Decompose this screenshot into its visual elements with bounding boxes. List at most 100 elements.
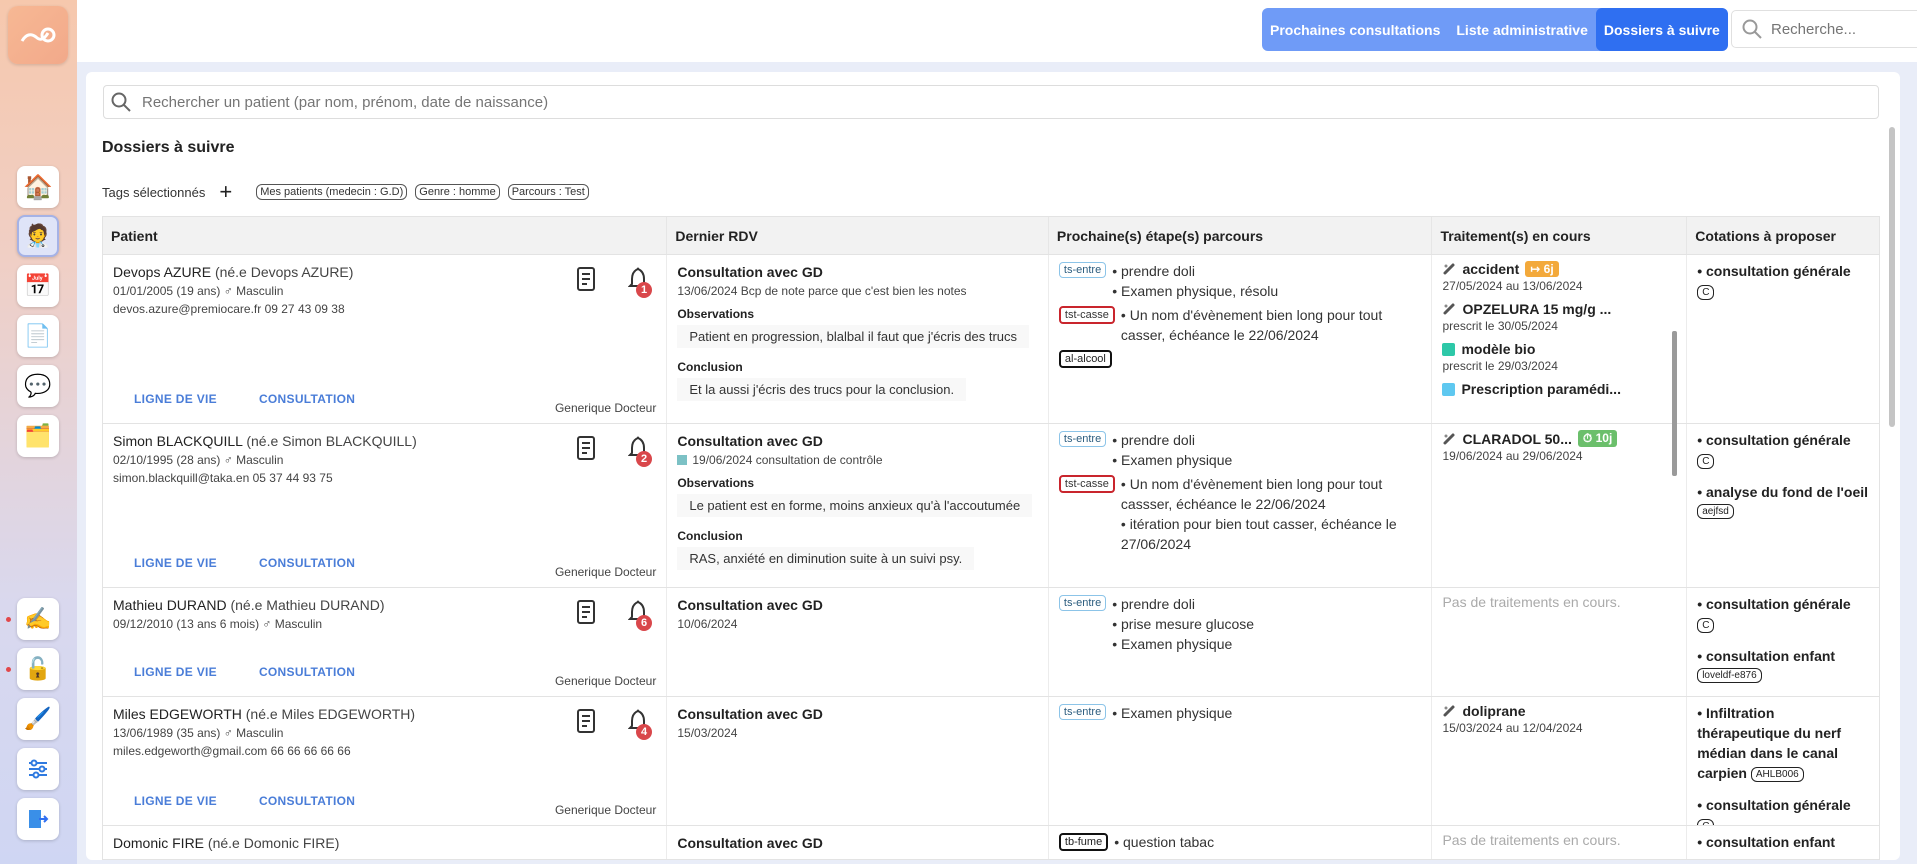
notification-dot [6, 617, 11, 622]
patient-name[interactable]: Devops AZURE (né.e Devops AZURE) [113, 264, 656, 280]
cotation-item[interactable]: • consultation générale C [1697, 261, 1869, 301]
treatment-name[interactable]: OPZELURA 15 mg/g ... [1442, 301, 1676, 317]
nav-folders[interactable]: 🗂️ [17, 415, 59, 457]
parcours-tag[interactable]: ts-entre [1058, 595, 1107, 611]
patient-cell: Miles EDGEWORTH (né.e Miles EDGEWORTH) 13… [103, 697, 668, 825]
treatment-name[interactable]: accident ↦ 6j [1442, 261, 1676, 277]
tag-chip[interactable]: Parcours : Test [507, 184, 589, 200]
nav-calendar[interactable]: 📅 [17, 265, 59, 307]
tag-chip[interactable]: Genre : homme [415, 184, 500, 200]
observations-label: Observations [677, 476, 755, 490]
nav-logout[interactable] [17, 798, 59, 840]
col-patient[interactable]: Patient [103, 217, 668, 254]
nav-messages[interactable]: 💬 [17, 365, 59, 407]
brush-icon: 🖌️ [24, 706, 52, 731]
parcours-tag[interactable]: ts-entre [1058, 704, 1107, 720]
rdv-title: Consultation avec GD [677, 264, 823, 280]
bell-icon[interactable]: 2 [627, 436, 652, 467]
summary-doc-icon[interactable] [576, 709, 596, 736]
treatment-dates: prescrit le 29/03/2024 [1442, 359, 1558, 373]
sliders-icon [29, 759, 47, 779]
consultation-link[interactable]: CONSULTATION [259, 665, 355, 679]
cotation-item[interactable]: • consultation enfant [1697, 832, 1869, 852]
nav-lock[interactable]: 🔓 [17, 648, 59, 690]
step-item: • Un nom d'évènement bien long pour tout… [1120, 476, 1383, 512]
consultation-link[interactable]: CONSULTATION [259, 392, 355, 406]
patient-fullname[interactable]: Domonic FIRE [113, 835, 204, 851]
nav-home[interactable]: 🏠 [17, 166, 59, 208]
table-scrollbar[interactable] [1889, 127, 1895, 427]
patient-fullname[interactable]: Mathieu DURAND [113, 597, 227, 613]
treatment-name[interactable]: doliprane [1442, 703, 1676, 719]
treatment-name[interactable]: Prescription paramédi... [1442, 381, 1676, 397]
patient-birthname: (né.e Miles EDGEWORTH) [245, 706, 416, 722]
life-line-link[interactable]: LIGNE DE VIE [134, 665, 217, 679]
treatment-name[interactable]: CLARADOL 50... ⏱ 10j [1442, 430, 1676, 447]
bell-icon[interactable]: 4 [627, 709, 652, 740]
treatments-scrollbar[interactable] [1672, 331, 1677, 476]
life-line-link[interactable]: LIGNE DE VIE [134, 794, 217, 808]
parcours-tag[interactable]: tst-casse [1058, 475, 1115, 493]
bell-icon[interactable]: 1 [627, 267, 652, 298]
steps-cell: tb-fume • question tabac [1049, 826, 1433, 859]
life-line-link[interactable]: LIGNE DE VIE [134, 556, 217, 570]
treatment-name[interactable]: modèle bio [1442, 341, 1676, 357]
tag-chip[interactable]: Mes patients (medecin : G.D) [256, 184, 408, 200]
patient-fullname[interactable]: Devops AZURE [113, 264, 211, 280]
consultation-link[interactable]: CONSULTATION [259, 794, 355, 808]
nav-documents[interactable]: 📄 [17, 315, 59, 357]
col-cotations[interactable]: Cotations à proposer [1687, 217, 1879, 254]
global-search-input[interactable] [1771, 20, 1917, 38]
add-tag-button[interactable]: + [219, 181, 232, 203]
patient-name[interactable]: Mathieu DURAND (né.e Mathieu DURAND) [113, 597, 656, 613]
cotation-item[interactable]: • consultation générale C [1697, 795, 1869, 825]
consultation-link[interactable]: CONSULTATION [259, 556, 355, 570]
parcours-tag[interactable]: ts-entre [1058, 262, 1107, 278]
rdv-title: Consultation avec GD [677, 706, 823, 722]
tab-liste-administrative[interactable]: Liste administrative [1448, 8, 1596, 51]
cotation-code: C [1697, 618, 1715, 633]
nav-customize[interactable]: 🖌️ [17, 698, 59, 740]
cotation-item[interactable]: • consultation générale C [1697, 430, 1869, 470]
cotation-item[interactable]: • consultation enfant loveldf-e876 [1697, 646, 1869, 683]
col-traitements[interactable]: Traitement(s) en cours [1432, 217, 1688, 254]
cotation-item[interactable]: • Infiltration thérapeutique du nerf méd… [1697, 703, 1869, 783]
rdv-title: Consultation avec GD [677, 835, 823, 851]
nav-sign[interactable]: ✍️ [17, 598, 59, 640]
patient-fullname[interactable]: Simon BLACKQUILL [113, 433, 242, 449]
nav-patient[interactable]: 🧑‍⚕️ [17, 215, 59, 257]
rdv-date: 10/06/2024 [677, 617, 1038, 631]
cotation-label: • analyse du fond de l'oeil [1697, 484, 1869, 500]
summary-doc-icon[interactable] [576, 267, 596, 294]
treatment-label: CLARADOL 50... [1462, 430, 1572, 447]
patient-name[interactable]: Simon BLACKQUILL (né.e Simon BLACKQUILL) [113, 433, 656, 449]
tab-prochaines-consultations[interactable]: Prochaines consultations [1262, 8, 1448, 51]
parcours-tag[interactable]: al-alcool [1058, 350, 1112, 368]
summary-doc-icon[interactable] [576, 600, 596, 627]
nav-settings[interactable] [17, 748, 59, 790]
patient-name[interactable]: Domonic FIRE (né.e Domonic FIRE) [113, 835, 656, 851]
summary-doc-icon[interactable] [576, 436, 596, 463]
patient-fullname[interactable]: Miles EDGEWORTH [113, 706, 242, 722]
table-row: Simon BLACKQUILL (né.e Simon BLACKQUILL)… [103, 424, 1879, 588]
col-etapes[interactable]: Prochaine(s) étape(s) parcours [1049, 217, 1433, 254]
parcours-tag[interactable]: tst-casse [1058, 306, 1115, 324]
parcours-tag[interactable]: tb-fume [1058, 833, 1109, 851]
patient-search-input[interactable] [142, 93, 1742, 111]
rdv-date: 15/03/2024 [677, 726, 1038, 740]
col-dernier-rdv[interactable]: Dernier RDV [667, 217, 1049, 254]
cotation-item[interactable]: • consultation générale C [1697, 594, 1869, 634]
parcours-tag[interactable]: ts-entre [1058, 431, 1107, 447]
lock-icon: 🔓 [24, 656, 52, 681]
patient-info: 09/12/2010 (13 ans 6 mois) ♂ Masculin [113, 617, 323, 631]
cotation-label: • consultation générale [1697, 797, 1851, 813]
alert-count-badge: 4 [636, 724, 652, 740]
app-logo[interactable] [8, 6, 68, 64]
cotations-cell: • consultation générale C • consultation … [1687, 588, 1879, 696]
patient-name[interactable]: Miles EDGEWORTH (né.e Miles EDGEWORTH) [113, 706, 656, 722]
tab-dossiers-a-suivre[interactable]: Dossiers à suivre [1595, 8, 1728, 51]
doctor-name: Generique Docteur [554, 803, 657, 817]
life-line-link[interactable]: LIGNE DE VIE [134, 392, 217, 406]
cotation-item[interactable]: • analyse du fond de l'oeil aejfsd [1697, 482, 1869, 519]
bell-icon[interactable]: 6 [627, 600, 652, 631]
